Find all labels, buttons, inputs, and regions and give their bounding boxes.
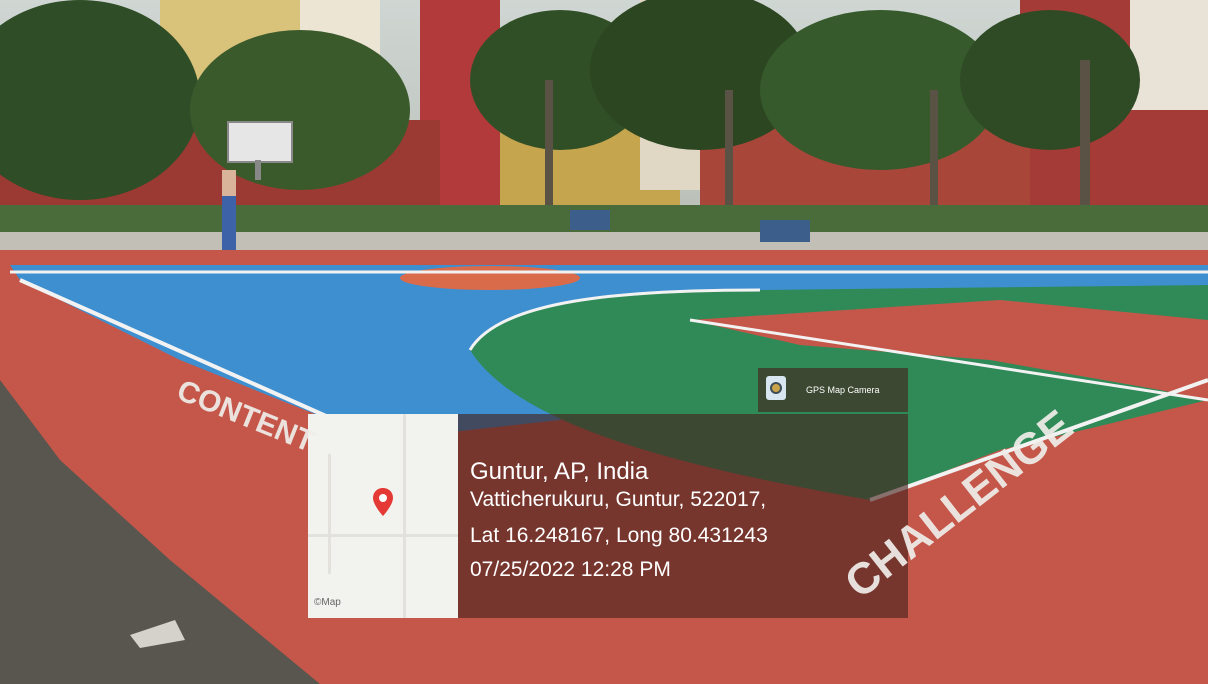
court-text-right: CHALLENGE bbox=[836, 401, 1082, 608]
court-painted-text-layer: CONTENT CHALLENGE bbox=[172, 374, 1082, 608]
court-text-left: CONTENT bbox=[172, 374, 319, 459]
